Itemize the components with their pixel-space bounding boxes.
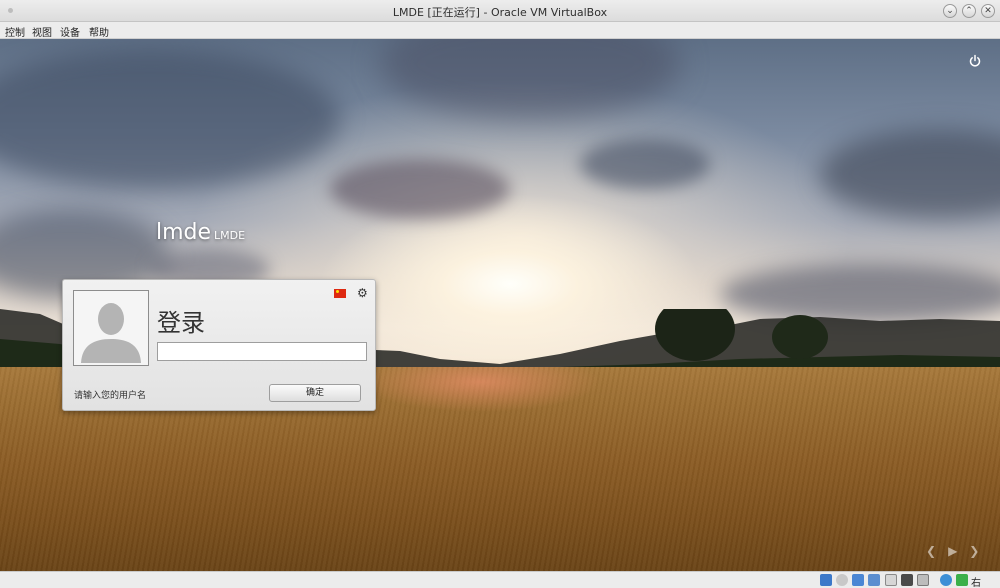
host-key-label: 右 Ctrl <box>971 578 981 588</box>
menu-item-help[interactable]: 帮助 <box>89 24 109 39</box>
username-hint: 请输入您的用户名 <box>74 391 147 401</box>
vm-display[interactable]: lmde LMDE ⚙ 登录 请输入您的用户名 确定 ❮▶❯ <box>0 39 1000 571</box>
login-dialog: ⚙ 登录 请输入您的用户名 确定 <box>62 279 376 411</box>
minimize-button[interactable]: ⌄ <box>943 4 957 18</box>
video-capture-icon[interactable] <box>917 574 929 586</box>
ok-button[interactable]: 确定 <box>269 384 361 402</box>
menu-item-control[interactable]: 控制 <box>5 24 25 39</box>
usb-icon[interactable] <box>852 574 864 586</box>
play-arrow-icon[interactable]: ▶ <box>948 544 969 558</box>
dialog-title: 登录 <box>157 309 205 337</box>
statusbar: 右 Ctrl <box>0 571 1000 588</box>
hard-disk-icon[interactable] <box>820 574 832 586</box>
username-input[interactable] <box>157 342 367 361</box>
cloud-shape <box>820 129 1000 219</box>
network-icon[interactable] <box>868 574 880 586</box>
optical-drive-icon[interactable] <box>836 574 848 586</box>
power-icon[interactable] <box>968 54 982 68</box>
prev-arrow-icon[interactable]: ❮ <box>926 544 948 558</box>
close-button[interactable]: ✕ <box>981 4 995 18</box>
display-icon[interactable] <box>901 574 913 586</box>
maximize-button[interactable]: ⌃ <box>962 4 976 18</box>
window-titlebar: LMDE [正在运行] - Oracle VM VirtualBox ⌄ ⌃ ✕ <box>0 0 1000 22</box>
mouse-integration-icon[interactable] <box>940 574 952 586</box>
hostname-subtext: LMDE <box>214 229 246 242</box>
cloud-shape <box>580 139 710 189</box>
avatar <box>73 290 149 366</box>
window-title: LMDE [正在运行] - Oracle VM VirtualBox <box>392 6 608 19</box>
cloud-shape <box>0 49 340 189</box>
cloud-shape <box>330 159 510 219</box>
cloud-shape <box>380 39 680 119</box>
menubar: 控制 视图 设备 帮助 <box>0 22 1000 39</box>
user-silhouette-icon <box>76 293 146 363</box>
menu-item-view[interactable]: 视图 <box>32 24 52 39</box>
next-arrow-icon[interactable]: ❯ <box>969 544 991 558</box>
menu-item-devices[interactable]: 设备 <box>60 24 80 39</box>
shared-folders-icon[interactable] <box>885 574 897 586</box>
slideshow-controls: ❮▶❯ <box>926 544 991 558</box>
hostname-text: lmde <box>156 220 212 245</box>
keyboard-icon[interactable] <box>956 574 968 586</box>
gear-icon[interactable]: ⚙ <box>357 287 368 299</box>
language-flag-icon[interactable] <box>334 289 346 298</box>
hostname-label: lmde LMDE <box>156 220 245 245</box>
